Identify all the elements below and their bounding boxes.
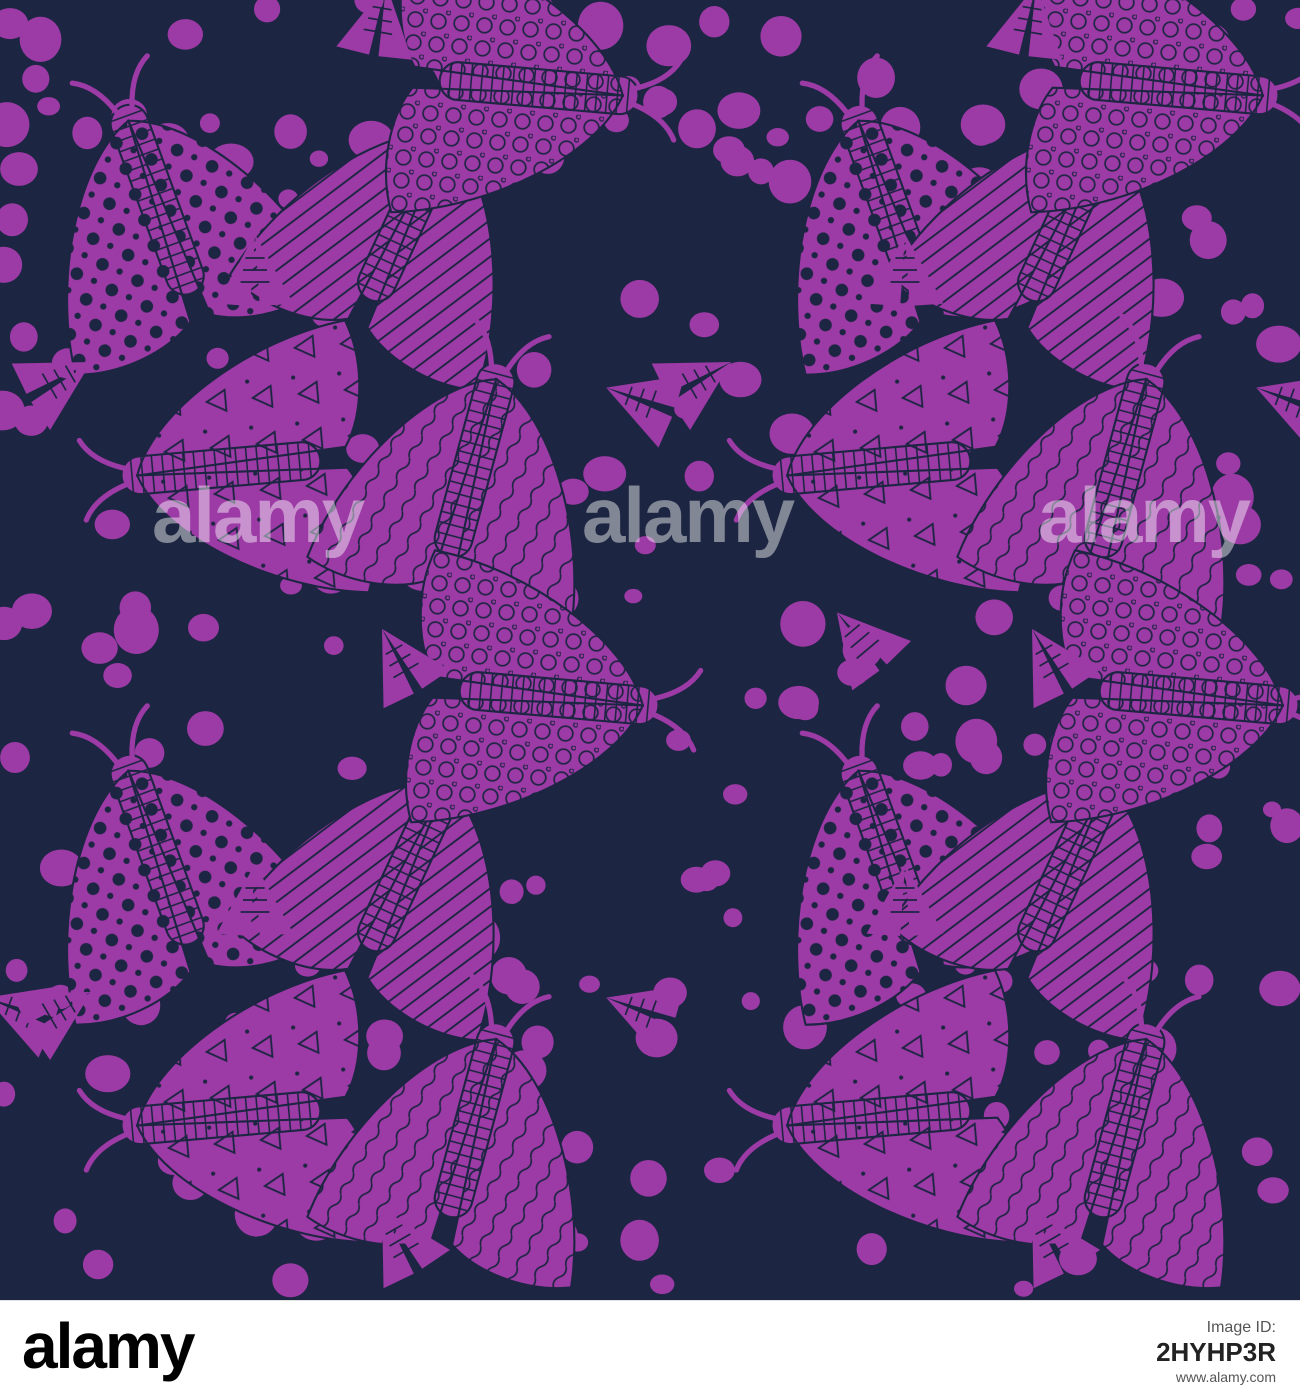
dot-motif bbox=[199, 113, 220, 133]
dot-motif bbox=[1196, 814, 1223, 843]
dot-motif bbox=[717, 92, 761, 129]
dot-motif bbox=[970, 741, 1003, 775]
dot-motif bbox=[119, 591, 152, 624]
dot-motif bbox=[704, 1157, 735, 1184]
dot-motif bbox=[81, 632, 118, 664]
dot-motif bbox=[768, 159, 812, 204]
site-url: www.alamy.com bbox=[1175, 1369, 1276, 1385]
dot-motif bbox=[490, 957, 527, 995]
dot-motif bbox=[620, 1219, 659, 1261]
dot-motif bbox=[19, 16, 62, 62]
dot-motif bbox=[22, 64, 50, 93]
alamy-logo: alamy bbox=[22, 1309, 195, 1383]
dot-motif bbox=[901, 712, 929, 741]
dot-motif bbox=[699, 6, 730, 38]
dot-motif bbox=[720, 145, 755, 177]
watermark-center: alamy bbox=[582, 471, 795, 559]
dot-motif bbox=[903, 751, 938, 780]
dot-motif bbox=[723, 784, 748, 805]
dot-motif bbox=[82, 1249, 114, 1280]
dot-motif bbox=[650, 1274, 675, 1295]
dot-motif bbox=[1269, 569, 1293, 590]
dot-motif bbox=[561, 1130, 594, 1164]
image-id: 2HYHP3R bbox=[1156, 1337, 1276, 1367]
logo-text: alamy bbox=[22, 1310, 195, 1382]
dot-motif bbox=[1257, 1177, 1289, 1204]
dot-motif bbox=[1259, 970, 1300, 1007]
dot-motif bbox=[309, 150, 329, 167]
dot-motif bbox=[620, 279, 659, 318]
dot-motif bbox=[187, 711, 224, 746]
watermark-right: alamy bbox=[1038, 471, 1251, 559]
dot-motif bbox=[1241, 1137, 1273, 1166]
dot-motif bbox=[516, 352, 552, 388]
dot-motif bbox=[1191, 843, 1223, 870]
image-id-label: Image ID: bbox=[1206, 1319, 1276, 1336]
dot-motif bbox=[72, 116, 103, 150]
dot-motif bbox=[103, 663, 132, 688]
dot-motif bbox=[37, 97, 60, 116]
dot-motif bbox=[1189, 221, 1227, 260]
dot-motif bbox=[94, 509, 130, 540]
dot-motif bbox=[741, 992, 760, 1011]
dot-motif bbox=[188, 613, 219, 642]
dot-motif bbox=[975, 599, 1013, 636]
dot-motif bbox=[744, 687, 767, 709]
dot-motif bbox=[805, 106, 834, 132]
dot-motif bbox=[272, 1263, 309, 1298]
dot-motif bbox=[624, 588, 643, 604]
dot-motif bbox=[324, 636, 344, 655]
dot-motif bbox=[1184, 964, 1214, 996]
moth-pattern-image bbox=[0, 0, 1300, 1300]
dot-motif bbox=[1262, 801, 1282, 818]
dot-motif bbox=[167, 19, 203, 50]
dot-motif bbox=[499, 879, 524, 904]
dot-motif bbox=[646, 25, 692, 67]
watermark-left: alamy bbox=[152, 471, 365, 559]
dot-motif bbox=[649, 88, 678, 116]
dot-motif bbox=[53, 1208, 77, 1234]
dot-motif bbox=[689, 312, 720, 338]
dot-motif bbox=[1235, 564, 1262, 586]
dot-motif bbox=[1240, 293, 1265, 319]
dot-motif bbox=[694, 867, 719, 892]
dot-motif bbox=[780, 601, 826, 647]
dot-motif bbox=[766, 128, 789, 147]
dot-motif bbox=[274, 114, 307, 149]
dot-motif bbox=[1023, 733, 1047, 756]
dot-motif bbox=[206, 347, 229, 369]
dot-motif bbox=[856, 1233, 887, 1266]
dot-motif bbox=[723, 908, 743, 928]
dot-motif bbox=[526, 875, 546, 895]
stock-footer: alamy Image ID: 2HYHP3R www.alamy.com bbox=[0, 1300, 1300, 1390]
dot-motif bbox=[0, 742, 30, 773]
dot-motif bbox=[1256, 325, 1300, 363]
dot-motif bbox=[945, 665, 987, 706]
dot-motif bbox=[85, 1055, 131, 1093]
dot-motif bbox=[9, 322, 38, 352]
dot-motif bbox=[968, 125, 994, 146]
dot-motif bbox=[0, 152, 38, 186]
dot-motif bbox=[760, 16, 802, 57]
dot-motif bbox=[5, 958, 28, 982]
dot-motif bbox=[367, 1035, 401, 1071]
dot-motif bbox=[1014, 1280, 1034, 1297]
dot-motif bbox=[1034, 1040, 1060, 1065]
dot-motif bbox=[792, 695, 819, 721]
dot-motif bbox=[579, 975, 600, 993]
dot-motif bbox=[630, 1160, 667, 1197]
dot-motif bbox=[678, 109, 716, 149]
dot-motif bbox=[337, 756, 367, 780]
